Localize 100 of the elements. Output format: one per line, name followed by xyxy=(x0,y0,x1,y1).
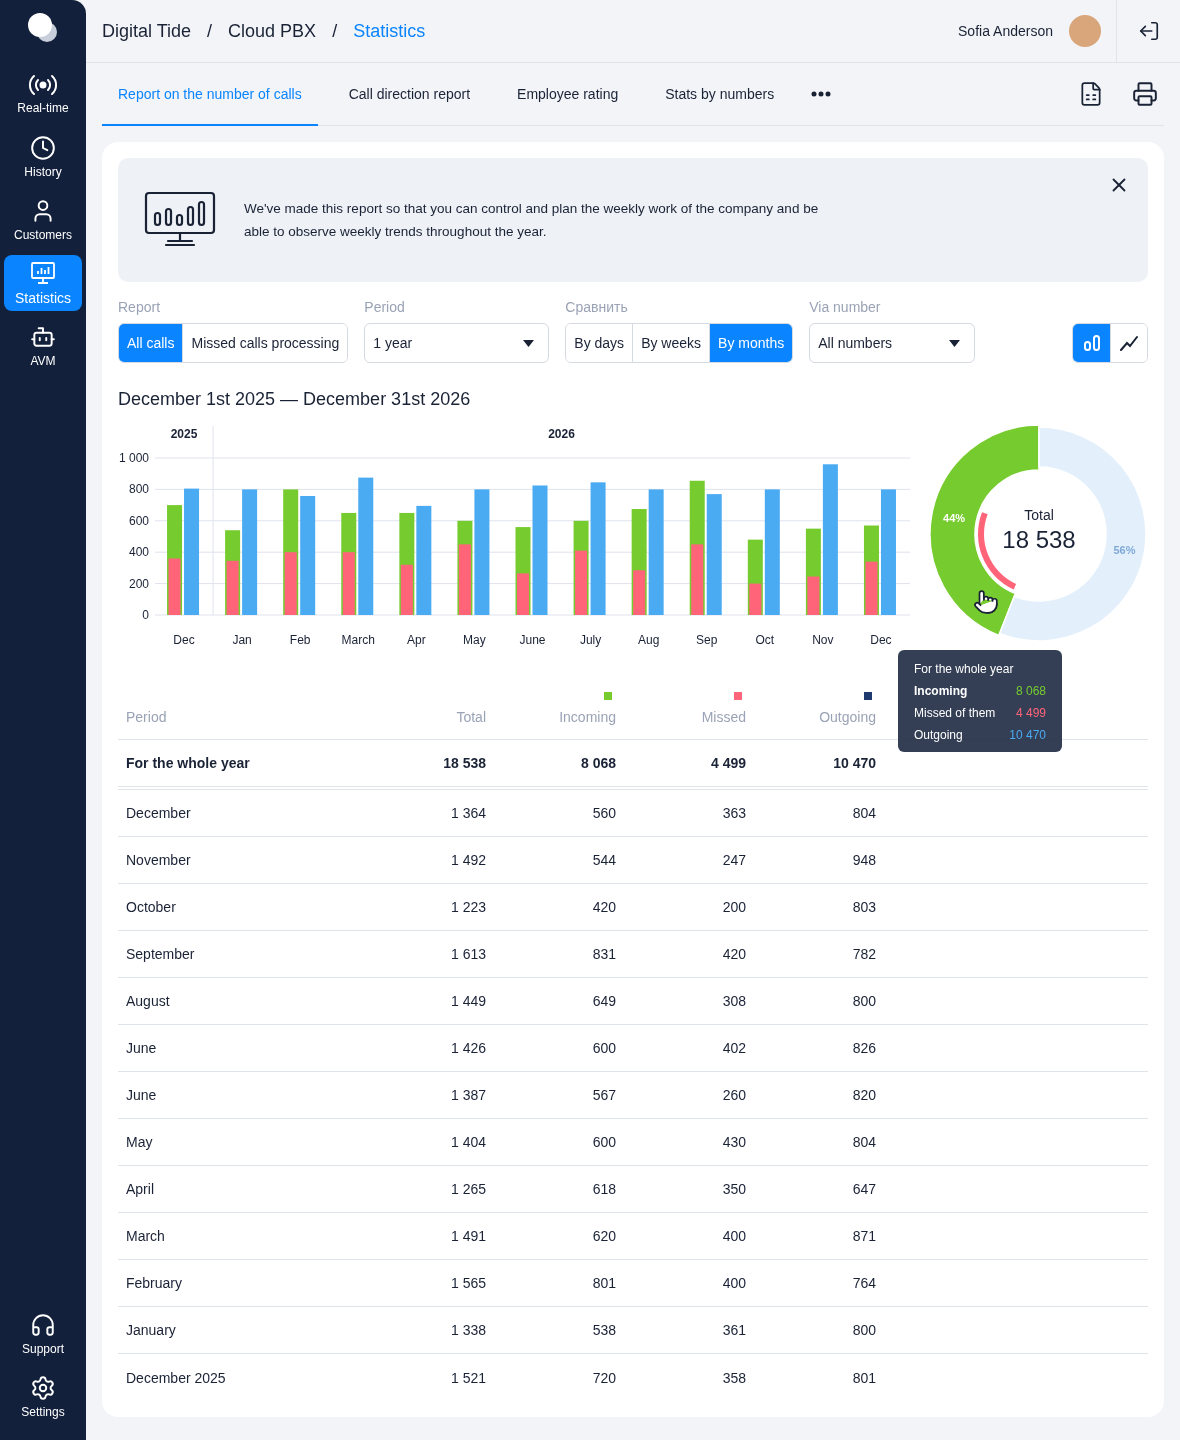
user-name: Sofia Anderson xyxy=(958,23,1053,39)
monitor-chart-icon xyxy=(144,191,216,249)
broadcast-icon xyxy=(28,73,58,97)
table-cell-text: 8 068 xyxy=(579,755,616,771)
table-cell-text: 1 521 xyxy=(449,1369,486,1386)
month-label: Feb xyxy=(289,633,311,647)
sidebar-item[interactable]: AVM xyxy=(4,318,82,374)
bar-chart-icon xyxy=(1082,335,1101,351)
month-label: Dec xyxy=(173,633,195,647)
table-cell-text: March xyxy=(125,1228,166,1244)
sidebar-item[interactable]: History xyxy=(4,129,82,185)
table-cell-text: 1 449 xyxy=(449,993,486,1009)
table-cell-text: 620 xyxy=(591,1228,616,1244)
sidebar-item[interactable]: Real-time xyxy=(4,66,82,122)
table-cell-text: 800 xyxy=(851,993,876,1009)
segment-button[interactable]: By months xyxy=(709,324,793,362)
filter-label: Report xyxy=(118,299,162,315)
bar-view-button[interactable] xyxy=(1073,324,1110,362)
table-cell-text: 544 xyxy=(591,852,616,868)
column-header: Period xyxy=(125,709,168,725)
table-cell-text: February xyxy=(125,1275,184,1291)
table-cell-text: 350 xyxy=(721,1181,746,1197)
axis-label: 0 xyxy=(142,608,149,622)
table-cell-text: 804 xyxy=(851,1134,876,1150)
table-cell-text: 1 387 xyxy=(449,1087,486,1103)
tab[interactable]: Stats by numbers xyxy=(649,63,791,126)
year-label: 2025 xyxy=(170,427,198,441)
table-cell-text: 831 xyxy=(591,946,616,962)
total-value: 18 538 xyxy=(1002,526,1076,554)
table-cell-text: 1 492 xyxy=(449,852,486,868)
axis-label: 600 xyxy=(128,513,149,528)
column-header: Outgoing xyxy=(818,709,876,725)
column-header: Incoming xyxy=(558,709,616,725)
table-cell-text: 420 xyxy=(721,946,746,962)
line-view-button[interactable] xyxy=(1110,324,1147,362)
table-cell-text: 871 xyxy=(851,1228,876,1244)
tooltip-value: 10 470 xyxy=(1009,728,1046,742)
table-cell-text: 801 xyxy=(591,1275,616,1291)
breadcrumb-separator: / xyxy=(207,20,213,42)
table-cell-text: 430 xyxy=(721,1134,746,1150)
month-label: Nov xyxy=(812,633,834,647)
tab[interactable]: Call direction report xyxy=(332,63,487,126)
hand-cursor-icon xyxy=(973,589,999,615)
table-cell-text: 1 565 xyxy=(449,1275,486,1291)
breadcrumb-link[interactable]: Cloud PBX xyxy=(228,20,317,42)
table-cell-text: 764 xyxy=(851,1275,876,1291)
table-cell-text: 10 470 xyxy=(832,755,876,771)
table-cell-text: 1 491 xyxy=(449,1228,486,1244)
printer-icon xyxy=(1132,81,1158,107)
axis-label: 1 000 xyxy=(118,451,149,465)
sidebar-item[interactable]: Support xyxy=(4,1306,82,1362)
table-cell-text: 402 xyxy=(721,1040,746,1056)
table-cell-text: 420 xyxy=(591,899,616,915)
line-chart-icon xyxy=(1120,335,1138,351)
logo-icon xyxy=(27,12,59,44)
table-cell-text: August xyxy=(125,993,171,1009)
table-cell-text: 400 xyxy=(721,1275,746,1291)
table-cell-text: 18 538 xyxy=(442,755,486,771)
table-cell-text: 948 xyxy=(851,852,876,868)
table-cell-text: 804 xyxy=(851,805,876,821)
table-cell-text: April xyxy=(125,1181,155,1197)
tab[interactable]: Employee rating xyxy=(501,63,635,126)
tooltip-title: For the whole year xyxy=(914,662,1015,676)
filter-label: Сравнить xyxy=(565,299,629,315)
sidebar-item[interactable]: Settings xyxy=(4,1369,82,1425)
month-label: June xyxy=(519,633,546,647)
table-cell-text: 1 613 xyxy=(449,946,486,962)
month-label: Dec xyxy=(870,633,892,647)
period-dropdown[interactable]: 1 year xyxy=(364,323,550,363)
table-cell-text: December xyxy=(125,805,192,821)
table-cell-text: 1 426 xyxy=(449,1040,486,1056)
month-label: Apr xyxy=(407,633,426,647)
table-cell-text: 803 xyxy=(851,899,876,915)
segment-button[interactable]: All calls xyxy=(119,324,183,362)
headset-icon xyxy=(30,1312,56,1338)
spreadsheet-file-icon xyxy=(1078,81,1104,107)
sidebar-item[interactable]: Statistics xyxy=(4,255,82,311)
axis-label: 200 xyxy=(128,576,149,591)
breadcrumb-link[interactable]: Digital Tide xyxy=(102,20,192,42)
percent-label: 44% xyxy=(943,511,966,524)
tooltip-label: Missed of them xyxy=(914,706,996,720)
column-header: Total xyxy=(455,709,486,725)
tooltip-value: 4 499 xyxy=(1015,706,1046,720)
caret-icon xyxy=(949,339,961,347)
table-cell-text: 826 xyxy=(851,1040,876,1056)
table-cell-text: October xyxy=(125,899,177,915)
table-cell-text: 358 xyxy=(721,1369,746,1386)
filter-label: Period xyxy=(364,299,406,315)
clock-icon xyxy=(30,135,56,161)
number-dropdown[interactable]: All numbers xyxy=(809,323,976,363)
table-cell-text: November xyxy=(125,852,192,868)
column-header: Missed xyxy=(700,709,746,725)
table-cell-text: 400 xyxy=(721,1228,746,1244)
segment-button[interactable]: Missed calls processing xyxy=(182,324,348,362)
year-label: 2026 xyxy=(548,427,575,441)
month-label: Oct xyxy=(755,633,775,647)
month-label: Jan xyxy=(232,633,252,647)
sidebar-item[interactable]: Customers xyxy=(4,192,82,248)
table-cell-text: June xyxy=(125,1040,158,1056)
table-cell-text: 260 xyxy=(721,1087,746,1103)
